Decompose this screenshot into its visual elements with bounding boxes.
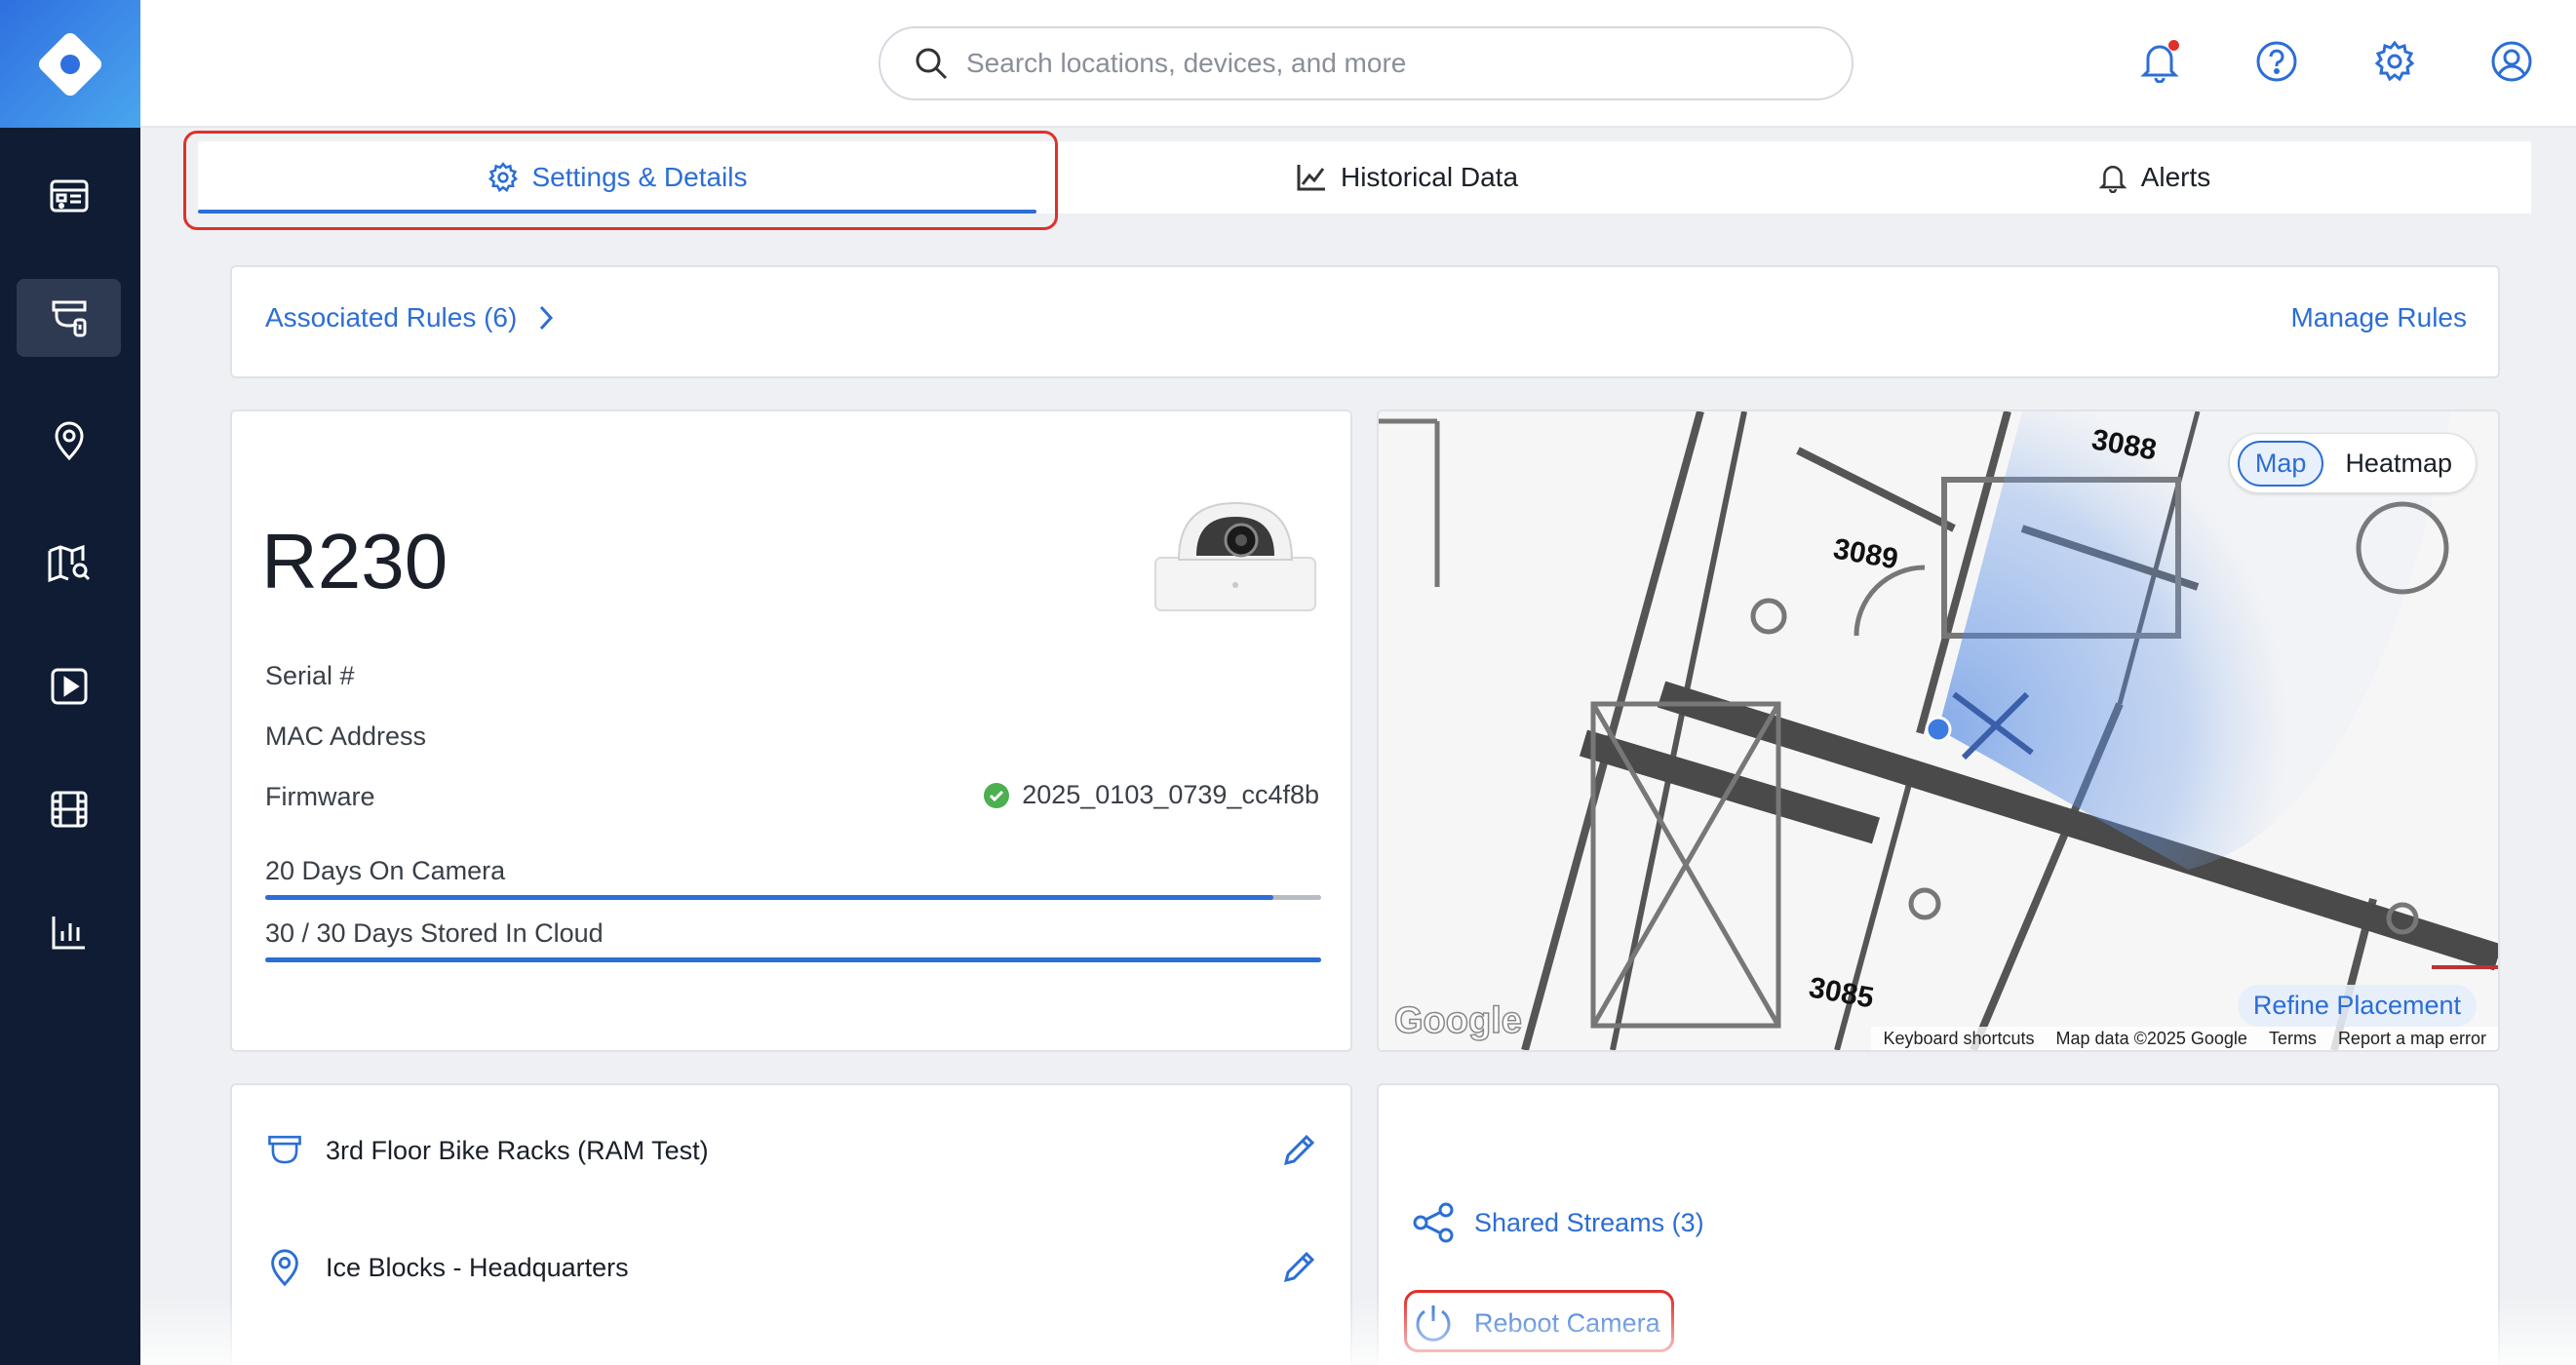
- area-name: 3rd Floor Bike Racks (RAM Test): [326, 1135, 709, 1165]
- cloud-storage-bar: [265, 957, 1321, 962]
- camera-icon: [268, 1135, 301, 1164]
- sidebar-item-maps[interactable]: [17, 525, 121, 603]
- tab-historical-data[interactable]: Historical Data: [1036, 141, 1777, 214]
- camera-icon: [52, 300, 86, 337]
- bar-chart-icon: [52, 916, 85, 950]
- location-pin-icon: [54, 421, 84, 461]
- report-map-error-link[interactable]: Report a map error: [2338, 1029, 2486, 1049]
- rules-card: Associated Rules (6) Manage Rules: [230, 265, 2500, 378]
- tab-label: Alerts: [2140, 162, 2211, 192]
- sidebar-item-archives[interactable]: [17, 770, 121, 848]
- chevron-right-icon: [540, 305, 554, 331]
- days-on-camera-label: 20 Days On Camera: [265, 856, 506, 885]
- site-name: Ice Blocks - Headquarters: [326, 1252, 629, 1282]
- help-icon: [2256, 41, 2297, 82]
- firmware-version: 2025_0103_0739_cc4f8b: [1022, 780, 1319, 809]
- sidebar: [0, 0, 140, 1365]
- sidebar-item-locations[interactable]: [17, 402, 121, 480]
- share-icon: [1413, 1202, 1454, 1243]
- sidebar-item-dashboard[interactable]: [17, 157, 121, 235]
- days-on-camera-fill: [265, 895, 1274, 900]
- refine-placement-button[interactable]: Refine Placement: [2237, 985, 2477, 1027]
- floor-plan-map[interactable]: 3088 3089 3085: [1379, 411, 2498, 1050]
- profile-button[interactable]: [2486, 36, 2537, 87]
- tab-label: Historical Data: [1340, 162, 1519, 192]
- camera-thumbnail: [1154, 501, 1316, 611]
- user-icon: [2491, 41, 2532, 82]
- gear-icon: [2374, 40, 2415, 82]
- sidebar-item-reports[interactable]: [17, 893, 121, 971]
- shared-streams-label: Shared Streams (3): [1474, 1207, 1704, 1237]
- serial-label: Serial #: [265, 661, 355, 690]
- mac-address-label: MAC Address: [265, 722, 427, 751]
- days-on-camera-bar: [265, 895, 1321, 900]
- search-box[interactable]: [878, 26, 1854, 100]
- notifications-button[interactable]: [2134, 36, 2185, 87]
- terms-link[interactable]: Terms: [2269, 1029, 2317, 1049]
- dashboard-icon: [50, 179, 88, 213]
- google-logo: Google: [1393, 999, 1522, 1042]
- help-button[interactable]: [2251, 36, 2302, 87]
- heatmap-toggle-button[interactable]: Heatmap: [2329, 443, 2468, 485]
- logo-icon: [38, 32, 102, 96]
- notification-dot: [2168, 40, 2179, 51]
- highlight-box-tab: [183, 131, 1058, 230]
- check-circle-icon: [984, 782, 1010, 808]
- associated-rules-label: Associated Rules (6): [265, 302, 518, 332]
- film-icon: [51, 791, 87, 828]
- bell-icon: [2098, 166, 2127, 193]
- sidebar-item-cameras[interactable]: [17, 279, 121, 357]
- search-icon: [916, 48, 948, 80]
- cloud-storage-label: 30 / 30 Days Stored In Cloud: [265, 918, 604, 948]
- map-attribution: Keyboard shortcuts Map data ©2025 Google…: [1871, 1027, 2498, 1050]
- firmware-value: 2025_0103_0739_cc4f8b: [983, 780, 1319, 810]
- camera-details-card: R230 Serial # MAC Address Firmware 2025_…: [230, 410, 1352, 1052]
- edit-pencil-icon[interactable]: [1280, 1249, 1317, 1286]
- map-toggle-button[interactable]: Map: [2237, 440, 2324, 487]
- top-bar: [140, 0, 2576, 128]
- map-data-text: Map data ©2025 Google: [2055, 1028, 2247, 1048]
- highlight-box-reboot: [1404, 1290, 1674, 1352]
- line-chart-icon: [1297, 165, 1325, 191]
- associated-rules-link[interactable]: Associated Rules (6): [265, 302, 554, 333]
- site-row: Ice Blocks - Headquarters: [265, 1243, 1317, 1292]
- area-row: 3rd Floor Bike Racks (RAM Test): [265, 1126, 1317, 1175]
- firmware-label: Firmware: [265, 782, 375, 811]
- tab-alerts[interactable]: Alerts: [1777, 141, 2531, 214]
- map-view-toggle: Map Heatmap: [2228, 433, 2477, 493]
- app-logo[interactable]: [0, 0, 140, 128]
- map-card: 3088 3089 3085 Map Heatmap Google Refine…: [1377, 410, 2500, 1052]
- shared-streams-link[interactable]: Shared Streams (3): [1412, 1202, 1704, 1243]
- manage-rules-link[interactable]: Manage Rules: [2290, 302, 2467, 333]
- edit-pencil-icon[interactable]: [1280, 1132, 1317, 1169]
- camera-name: R230: [261, 518, 449, 604]
- location-card: 3rd Floor Bike Racks (RAM Test) Ice Bloc…: [230, 1083, 1352, 1365]
- video-wall-icon: [51, 668, 87, 705]
- settings-button[interactable]: [2369, 36, 2420, 87]
- search-input[interactable]: [966, 48, 1805, 79]
- map-search-icon: [48, 544, 90, 583]
- cloud-storage-fill: [265, 957, 1321, 962]
- sidebar-item-video-wall[interactable]: [17, 647, 121, 725]
- location-pin-icon: [271, 1249, 298, 1287]
- keyboard-shortcuts-link[interactable]: Keyboard shortcuts: [1883, 1029, 2034, 1049]
